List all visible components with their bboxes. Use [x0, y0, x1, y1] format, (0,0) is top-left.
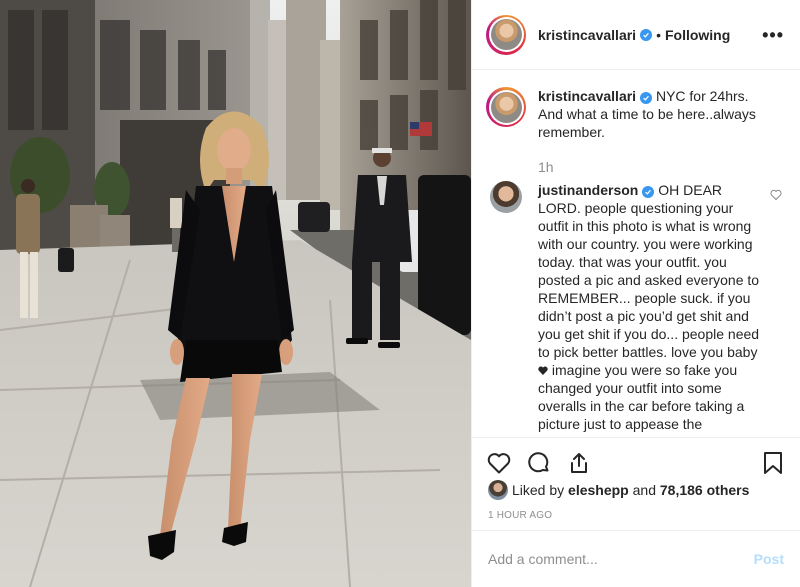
- caption-username[interactable]: kristincavallari: [538, 88, 636, 104]
- liker-avatar[interactable]: [488, 480, 508, 500]
- street-scene-image: [0, 0, 471, 587]
- verified-badge-icon: [640, 28, 653, 41]
- separator-dot: •: [656, 26, 661, 43]
- following-button[interactable]: Following: [665, 27, 730, 43]
- likes-joiner: and: [632, 482, 656, 498]
- caption-time: 1h: [538, 159, 554, 175]
- comments-list[interactable]: kristincavallari NYC for 24hrs. And what…: [472, 71, 800, 437]
- post-timestamp[interactable]: 1 HOUR AGO: [488, 510, 552, 521]
- comment-item: justinanderson OH DEAR LORD. people ques…: [486, 181, 784, 433]
- likes-prefix: Liked by: [512, 482, 565, 498]
- commenter-username[interactable]: justinanderson: [538, 182, 638, 198]
- comment-composer: Post: [472, 530, 800, 587]
- caption-text-block: kristincavallari NYC for 24hrs. And what…: [538, 87, 784, 141]
- caption: kristincavallari NYC for 24hrs. And what…: [486, 87, 784, 141]
- comment-icon[interactable]: [526, 450, 552, 476]
- post-details-panel: kristincavallari • Following ••• kristin…: [471, 0, 800, 587]
- bookmark-icon[interactable]: [760, 450, 786, 476]
- post-photo[interactable]: [0, 0, 471, 587]
- author-avatar[interactable]: [486, 14, 526, 55]
- share-icon[interactable]: [566, 450, 592, 476]
- verified-badge-icon: [640, 92, 653, 104]
- comment-input[interactable]: [488, 551, 754, 567]
- commenter-avatar[interactable]: [490, 181, 522, 213]
- heart-icon[interactable]: [486, 450, 512, 476]
- likes-count[interactable]: 78,186 others: [660, 482, 750, 498]
- comment-text-block: justinanderson OH DEAR LORD. people ques…: [538, 181, 784, 433]
- comment-text: OH DEAR LORD. people questioning your ou…: [538, 182, 760, 360]
- likes-summary: Liked by eleshepp and 78,186 others: [488, 480, 749, 500]
- verified-badge-icon: [642, 186, 655, 198]
- post-header: kristincavallari • Following •••: [472, 0, 800, 70]
- post-comment-button[interactable]: Post: [754, 551, 784, 567]
- caption-avatar[interactable]: [486, 87, 526, 127]
- comment-like-heart-icon[interactable]: [770, 189, 782, 201]
- comment-text-continued: imagine you were so fake you changed you…: [538, 362, 745, 432]
- liker-username[interactable]: eleshepp: [568, 482, 629, 498]
- author-username[interactable]: kristincavallari: [538, 27, 636, 43]
- more-options-icon[interactable]: •••: [762, 26, 784, 44]
- black-heart-emoji-icon: [538, 366, 548, 375]
